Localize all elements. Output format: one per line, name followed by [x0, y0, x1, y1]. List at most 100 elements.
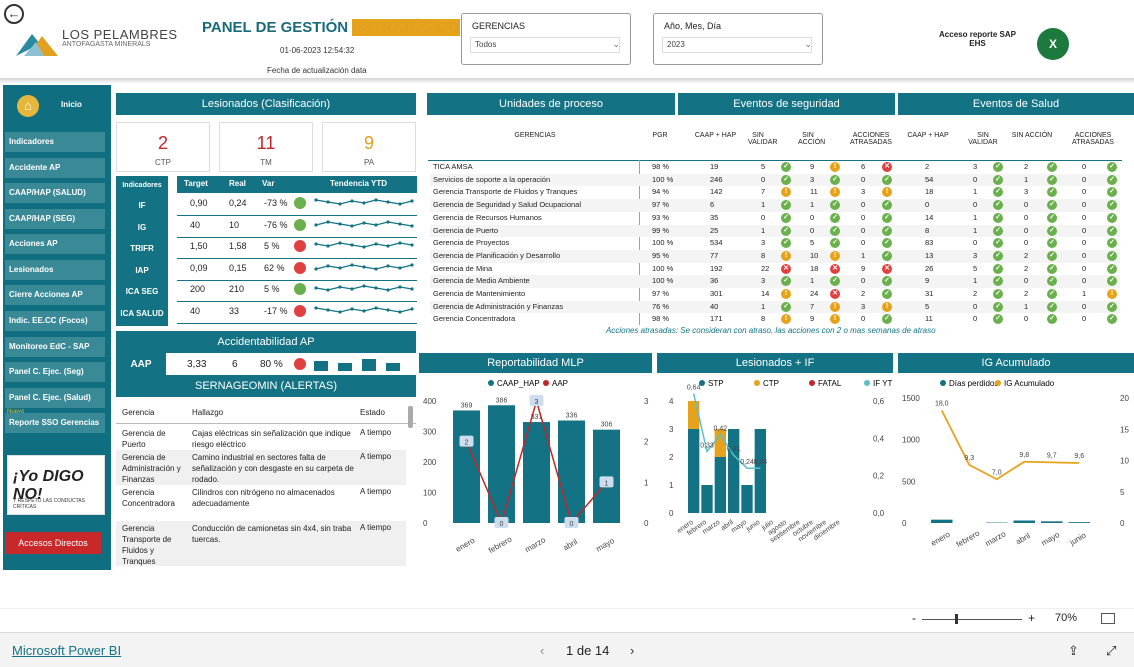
cell-aa: 9 — [861, 263, 866, 273]
unidades-row[interactable]: Gerencia de Administración y Finanzas 76 … — [430, 300, 1120, 314]
cell-sa: 10 — [810, 250, 819, 260]
sidebar-item-5[interactable]: Lesionados — [5, 260, 105, 280]
sap-report-link[interactable]: Acceso reporte SAP EHS — [930, 30, 1025, 48]
sidebar-item-0[interactable]: Indicadores — [5, 132, 105, 152]
y-tick: 0 — [423, 519, 428, 528]
chevron-down-icon[interactable]: ⌄ — [612, 39, 620, 50]
ig-value: 9,8 — [1019, 452, 1029, 459]
sparkline-point — [410, 243, 414, 247]
accesos-directos-button[interactable]: Accesos Directos — [5, 532, 101, 554]
sidebar-item-9[interactable]: Panel C. Ejec. (Seg) — [5, 362, 105, 382]
sparkline-point — [326, 219, 330, 224]
sernageomin-row[interactable]: Gerencia de Puerto Cajas eléctricas sin s… — [116, 426, 406, 450]
bar-ctp — [688, 401, 700, 429]
sidebar-item-7[interactable]: Indic. EE.CC (Focos) — [5, 311, 105, 331]
unidades-row[interactable]: Gerencia de Seguridad y Salud Ocupaciona… — [430, 199, 1120, 212]
back-arrow-icon[interactable]: ← — [4, 4, 24, 24]
sparkline-point — [410, 199, 414, 203]
yo-digo-no-banner[interactable]: ¡Yo DIGO NO! Y RESPETO LAS CONDUCTAS CRÍ… — [7, 455, 105, 515]
indicador-real: 0,24 — [229, 198, 247, 208]
status-icon: ✕ — [781, 263, 791, 274]
status-icon: ✓ — [1107, 174, 1117, 185]
unidades-col-8: SIN ACCIÓN — [1011, 132, 1053, 139]
status-icon: ✓ — [1047, 187, 1057, 198]
aap-label: AAP — [116, 353, 166, 377]
unidades-row[interactable]: Gerencia de Planificación y Desarrollo 95… — [430, 249, 1120, 263]
date-filter-value[interactable]: 2023 — [662, 37, 812, 53]
sparkline-point — [410, 262, 414, 267]
unidades-row[interactable]: Servicios de soporte a la operación 100 %… — [430, 173, 1120, 187]
indicadores-col-3: Tendencia YTD — [330, 179, 388, 188]
bar-caap — [523, 422, 550, 523]
sidebar-item-11[interactable]: Reporte SSO Gerencias — [5, 413, 105, 433]
share-icon[interactable]: ⇪ — [1068, 643, 1079, 659]
unidades-row[interactable]: Gerencia de Medio Ambiente 100 % 36 3 1 0 9 1 0 0… — [430, 275, 1120, 288]
unidades-row[interactable]: Gerencia de Mantenimiento 97 % 301 14 24 2 31 2… — [430, 288, 1120, 301]
status-icon: ✓ — [993, 263, 1003, 274]
status-icon: ✓ — [830, 174, 840, 185]
sidebar-item-1[interactable]: Accidente AP — [5, 158, 105, 178]
zoom-slider-handle[interactable] — [955, 614, 958, 624]
bar-value: 306 — [601, 422, 613, 429]
sidebar-item-3[interactable]: CAAP/HAP (SEG) — [5, 209, 105, 229]
sernageomin-table[interactable]: Gerencia Hallazgo Estado Gerencia de Pue… — [116, 398, 416, 566]
legend-marker — [488, 380, 494, 386]
gerencias-filter-value[interactable]: Todos — [470, 37, 620, 53]
unidades-row[interactable]: Gerencia de Puerto 99 % 25 1 0 0 8 1 0 0 ✓ ✓ ✓ ✓ ✓ ✓ — [430, 224, 1120, 238]
fullscreen-icon[interactable]: ⤢ — [1106, 643, 1116, 659]
sernageomin-row[interactable]: Gerencia de Administración y Finanzas Cam… — [116, 450, 406, 485]
sernageomin-row[interactable]: Gerencia Transporte de Fluidos y Tranque… — [116, 521, 406, 566]
cell-aa2: 0 — [1082, 225, 1087, 235]
kpi-value: 2 — [157, 133, 168, 153]
zoom-slider[interactable] — [922, 619, 1022, 620]
prev-page-icon[interactable]: ‹ — [540, 643, 544, 658]
indicador-var: -73 % — [264, 198, 288, 208]
aap-value: 3,33 — [187, 359, 207, 370]
cell-p: 99 % — [652, 225, 670, 235]
sparkline-point — [386, 288, 390, 292]
cell-p: 100 % — [652, 263, 674, 273]
sidebar-item-6[interactable]: Cierre Acciones AP — [5, 285, 105, 305]
unidades-row[interactable]: Gerencia Transporte de Fluidos y Tranque… — [430, 186, 1120, 199]
unidades-row[interactable]: Gerencia de Mina 100 % 192 22 18 9 26 5 2 0 ✕ ✕ ✕ ✓ ✓ ✓ — [430, 263, 1120, 276]
indicador-var: 5 % — [264, 241, 280, 251]
sparkline-point — [386, 219, 390, 224]
unidades-row[interactable]: TICA AMSA 98 % 19 5 9 6 2 3 2 0 ✓! ✕ ✓ ✓ ✓ — [430, 161, 1120, 174]
col-gerencia: Gerencia — [122, 408, 155, 417]
lesionados-if-chart[interactable]: STPCTPFATALIF YTD012340,00,20,40,6enerof… — [657, 373, 893, 568]
excel-icon[interactable]: X — [1037, 28, 1069, 60]
sidebar-item-4[interactable]: Acciones AP — [5, 234, 105, 254]
home-icon[interactable]: ⌂ — [17, 95, 39, 117]
unidades-row[interactable]: Gerencia de Proyectos 100 % 534 3 5 0 83 0 0 0 ✓ ✓ ✓… — [430, 237, 1120, 250]
sidebar-item-10[interactable]: Panel C. Ejec. (Salud) — [5, 388, 105, 408]
scrollbar[interactable] — [408, 406, 413, 428]
sidebar-item-2[interactable]: CAAP/HAP (SALUD) — [5, 183, 105, 203]
lesionados-header: Lesionados (Clasificación) — [116, 93, 416, 115]
sparkline-point — [326, 200, 330, 204]
reportabilidad-chart[interactable]: CAAP_HAP AAP01002003004000123369enero386f… — [419, 373, 652, 568]
legend-label: IG Acumulado — [1004, 379, 1055, 388]
status-icon: ✓ — [993, 162, 1003, 172]
kpi-label: CTP — [155, 158, 171, 167]
cell-c: 6 — [710, 200, 715, 210]
next-page-icon[interactable]: › — [630, 643, 634, 658]
zoom-in-button[interactable]: + — [1028, 611, 1035, 625]
sernageomin-header: SERNAGEOMIN (ALERTAS) — [116, 375, 416, 397]
indicador-sparkline — [314, 198, 414, 206]
sernageomin-row[interactable]: Gerencia Concentradora Cilindros con nitr… — [116, 485, 406, 521]
date-filter[interactable]: Año, Mes, Día 2023 ⌄ — [653, 13, 823, 65]
unidades-row[interactable]: Gerencia de Recursos Humanos 93 % 35 0 0 0 14 1… — [430, 212, 1120, 225]
unidades-row[interactable]: Gerencia Concentradora 98 % 171 8 9 0 11 0 0 0!! ✓… — [430, 313, 1120, 326]
chevron-down-icon[interactable]: ⌄ — [804, 39, 812, 50]
x-tick: mayo — [1040, 530, 1062, 548]
fit-page-icon[interactable] — [1101, 613, 1115, 624]
zoom-out-button[interactable]: - — [912, 611, 916, 625]
gerencias-filter[interactable]: GERENCIAS Todos ⌄ — [461, 13, 631, 65]
sparkline-point — [338, 221, 342, 226]
ig-acumulado-chart[interactable]: Días perdidos IG Acumulado 0 500 1000 1500 0 5 1… — [898, 373, 1134, 568]
sidebar-item-inicio[interactable]: Inicio — [61, 100, 82, 109]
indicador-real: 210 — [229, 284, 245, 294]
power-bi-link[interactable]: Microsoft Power BI — [12, 643, 121, 658]
y2-tick: 2 — [644, 438, 649, 447]
sidebar-item-8[interactable]: Monitoreo EdC - SAP — [5, 337, 105, 357]
